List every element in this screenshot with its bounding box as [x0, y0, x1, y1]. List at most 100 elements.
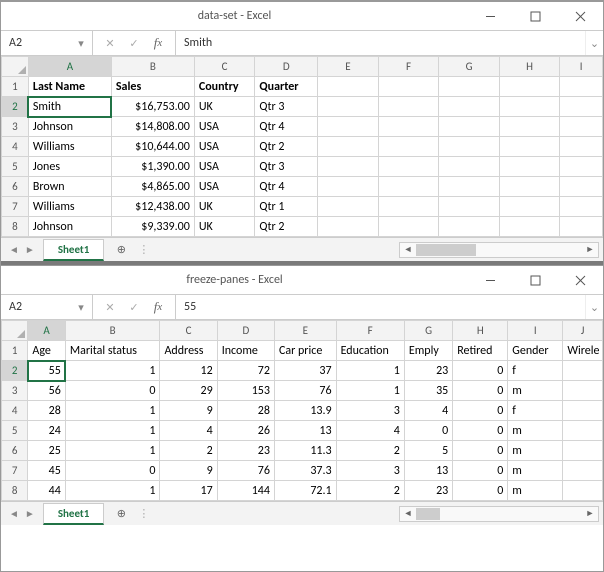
cell[interactable]: $16,753.00: [111, 97, 194, 117]
fx-icon[interactable]: fx: [151, 35, 165, 51]
cell[interactable]: 25: [28, 441, 65, 461]
col-header[interactable]: D: [255, 57, 318, 77]
row-header[interactable]: 7: [2, 197, 29, 217]
name-box[interactable]: A2 ▾: [1, 295, 93, 319]
cell[interactable]: 13.9: [274, 401, 336, 421]
minimize-button[interactable]: [468, 266, 513, 294]
cell[interactable]: Qtr 2: [255, 137, 318, 157]
col-header[interactable]: A: [28, 321, 65, 341]
row-header[interactable]: 2: [2, 361, 28, 381]
grip-icon[interactable]: ⋮: [132, 243, 157, 256]
cell[interactable]: 0: [453, 401, 508, 421]
cell[interactable]: 1: [65, 421, 160, 441]
cell[interactable]: Retired: [453, 341, 508, 361]
col-header[interactable]: G: [404, 321, 452, 341]
maximize-button[interactable]: [513, 266, 558, 294]
chevron-right-icon[interactable]: ►: [25, 243, 35, 256]
cell[interactable]: 153: [217, 381, 274, 401]
col-header[interactable]: I: [560, 57, 603, 77]
cell[interactable]: 13: [274, 421, 336, 441]
fx-icon[interactable]: fx: [151, 299, 165, 315]
cell[interactable]: [378, 197, 439, 217]
cell[interactable]: [499, 117, 560, 137]
col-header[interactable]: C: [194, 57, 255, 77]
scroll-thumb[interactable]: [416, 244, 476, 256]
cell[interactable]: UK: [194, 217, 255, 237]
scroll-left-icon[interactable]: ◄: [400, 508, 416, 519]
col-header[interactable]: E: [274, 321, 336, 341]
cell[interactable]: 0: [453, 361, 508, 381]
cell[interactable]: [563, 361, 603, 381]
cell[interactable]: Age: [28, 341, 65, 361]
cell[interactable]: 29: [160, 381, 217, 401]
scroll-right-icon[interactable]: ►: [582, 508, 598, 519]
cell[interactable]: Jones: [28, 157, 111, 177]
cell[interactable]: [378, 177, 439, 197]
cell[interactable]: [560, 217, 603, 237]
cell[interactable]: [499, 197, 560, 217]
cell[interactable]: [439, 117, 500, 137]
cell[interactable]: Qtr 4: [255, 177, 318, 197]
cell[interactable]: [318, 157, 379, 177]
cell[interactable]: 72: [217, 361, 274, 381]
cell[interactable]: [439, 217, 500, 237]
cell[interactable]: 76: [217, 461, 274, 481]
cell[interactable]: USA: [194, 117, 255, 137]
name-box-dropdown-icon[interactable]: ▾: [74, 36, 88, 50]
cell[interactable]: [439, 97, 500, 117]
select-all-corner[interactable]: [2, 321, 28, 341]
cell[interactable]: 37: [274, 361, 336, 381]
spreadsheet-grid[interactable]: ABCDEFGHI1Last NameSalesCountryQuarter2S…: [1, 56, 603, 237]
horizontal-scroll[interactable]: ◄ ►: [157, 506, 603, 522]
cell[interactable]: [499, 97, 560, 117]
row-header[interactable]: 7: [2, 461, 28, 481]
cell[interactable]: 12: [160, 361, 217, 381]
cell[interactable]: Qtr 3: [255, 97, 318, 117]
name-box[interactable]: A2 ▾: [1, 31, 93, 55]
cell[interactable]: 35: [404, 381, 452, 401]
cell[interactable]: 144: [217, 481, 274, 501]
cell[interactable]: 76: [274, 381, 336, 401]
row-header[interactable]: 8: [2, 217, 29, 237]
titlebar[interactable]: data-set - Excel: [1, 2, 603, 30]
row-header[interactable]: 5: [2, 157, 29, 177]
cell[interactable]: Williams: [28, 197, 111, 217]
cell[interactable]: 1: [336, 381, 404, 401]
cancel-icon[interactable]: ✕: [103, 37, 117, 50]
cell[interactable]: Sales: [111, 77, 194, 97]
maximize-button[interactable]: [513, 2, 558, 30]
cell[interactable]: Income: [217, 341, 274, 361]
cell[interactable]: USA: [194, 137, 255, 157]
cell[interactable]: USA: [194, 157, 255, 177]
col-header[interactable]: F: [336, 321, 404, 341]
cell[interactable]: f: [508, 361, 563, 381]
cell[interactable]: Country: [194, 77, 255, 97]
cell[interactable]: [318, 137, 379, 157]
cell[interactable]: m: [508, 461, 563, 481]
cell[interactable]: Qtr 4: [255, 117, 318, 137]
cell[interactable]: $1,390.00: [111, 157, 194, 177]
cell[interactable]: UK: [194, 97, 255, 117]
spreadsheet-grid[interactable]: ABCDEFGHIJ1AgeMarital statusAddressIncom…: [1, 320, 603, 501]
cell[interactable]: 23: [404, 361, 452, 381]
cell[interactable]: 4: [160, 421, 217, 441]
sheet-tab-active[interactable]: Sheet1: [43, 503, 105, 525]
col-header[interactable]: I: [508, 321, 563, 341]
sheet-tab-active[interactable]: Sheet1: [43, 239, 105, 261]
cell[interactable]: 26: [217, 421, 274, 441]
cell[interactable]: m: [508, 381, 563, 401]
grip-icon[interactable]: ⋮: [132, 507, 157, 520]
cell[interactable]: 9: [160, 461, 217, 481]
col-header[interactable]: E: [318, 57, 379, 77]
cell[interactable]: [378, 157, 439, 177]
row-header[interactable]: 8: [2, 481, 28, 501]
cell[interactable]: [563, 381, 603, 401]
col-header[interactable]: C: [160, 321, 217, 341]
cell[interactable]: 17: [160, 481, 217, 501]
cell[interactable]: 1: [336, 361, 404, 381]
cell[interactable]: m: [508, 441, 563, 461]
cell[interactable]: 0: [65, 381, 160, 401]
add-sheet-button[interactable]: ⊕: [110, 239, 132, 261]
cell[interactable]: 2: [160, 441, 217, 461]
cell[interactable]: 11.3: [274, 441, 336, 461]
